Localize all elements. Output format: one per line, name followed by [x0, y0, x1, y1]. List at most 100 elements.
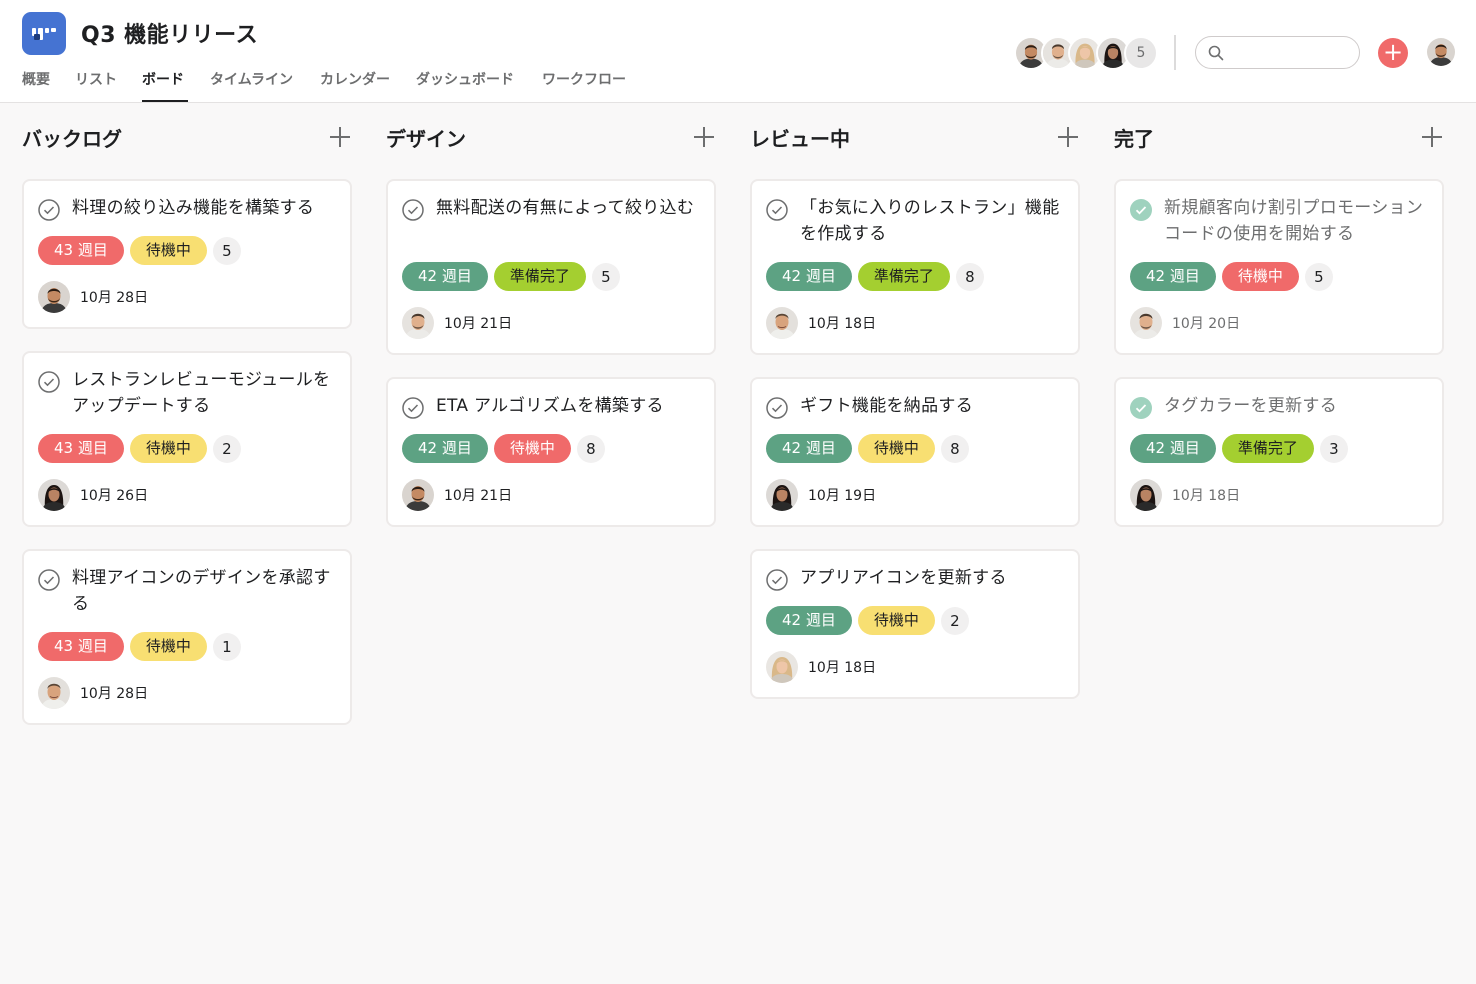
status-tag: 準備完了: [857, 262, 950, 291]
task-meta: 10月 21日: [402, 307, 512, 339]
task-name: ギフト機能を納品する: [800, 396, 973, 416]
top-bar: Q3 機能リリース 概要 リスト ボード タイムライン カレンダー ダッシュボー…: [0, 0, 1476, 103]
assignee-avatar[interactable]: [402, 307, 434, 339]
task-card[interactable]: ETA アルゴリズムを構築する 42 週目 待機中 8 10月 21日: [386, 377, 716, 527]
due-date: 10月 28日: [80, 686, 149, 702]
due-date: 10月 21日: [444, 488, 513, 504]
week-tag: 42 週目: [402, 262, 488, 291]
week-tag: 43 週目: [38, 434, 124, 463]
task-meta: 10月 20日: [1130, 307, 1240, 339]
add-task-plus-icon[interactable]: [692, 125, 716, 149]
subtask-count: 1: [212, 632, 241, 661]
project-tabs: 概要 リスト ボード タイムライン カレンダー ダッシュボード ワークフロー: [22, 69, 642, 103]
current-user-avatar[interactable]: [1425, 36, 1457, 68]
add-task-plus-icon[interactable]: [1056, 125, 1080, 149]
task-name: 無料配送の有無によって絞り込む: [436, 198, 695, 218]
tab-dashboard[interactable]: ダッシュボード: [416, 69, 542, 103]
task-card[interactable]: タグカラーを更新する 42 週目 準備完了 3 10月 18日: [1114, 377, 1444, 527]
assignee-avatar[interactable]: [1130, 307, 1162, 339]
subtask-count: 3: [1319, 434, 1348, 463]
task-card[interactable]: レストランレビューモジュールをアップデートする 43 週目 待機中 2 10月 …: [22, 351, 352, 527]
task-tags: 42 週目 準備完了 3: [1130, 434, 1348, 463]
tab-calendar[interactable]: カレンダー: [320, 69, 416, 103]
status-tag: 待機中: [857, 434, 935, 463]
check-circle-icon[interactable]: [38, 569, 60, 591]
tab-workflow[interactable]: ワークフロー: [542, 69, 642, 103]
check-circle-icon[interactable]: [38, 199, 60, 221]
task-tags: 42 週目 待機中 8: [766, 434, 969, 463]
assignee-avatar[interactable]: [38, 677, 70, 709]
status-tag: 待機中: [857, 606, 935, 635]
task-card[interactable]: 「お気に入りのレストラン」機能を作成する 42 週目 準備完了 8 10月 18…: [750, 179, 1080, 355]
task-tags: 42 週目 待機中 2: [766, 606, 969, 635]
task-meta: 10月 18日: [766, 651, 876, 683]
assignee-avatar[interactable]: [402, 479, 434, 511]
task-name: タグカラーを更新する: [1164, 396, 1337, 416]
task-name: アプリアイコンを更新する: [800, 568, 1007, 588]
week-tag: 42 週目: [1130, 262, 1216, 291]
subtask-count: 2: [212, 434, 241, 463]
subtask-count: 8: [940, 434, 969, 463]
board-column-design: デザイン 無料配送の有無によって絞り込む 42 週目 準備完了 5 10月 21…: [386, 103, 716, 543]
status-tag: 待機中: [129, 434, 207, 463]
member-count-badge[interactable]: 5: [1124, 36, 1158, 70]
task-name: 新規顧客向け割引プロモーションコードの使用を開始する: [1164, 198, 1424, 244]
status-tag: 待機中: [1221, 262, 1299, 291]
check-circle-icon[interactable]: [766, 397, 788, 419]
board-column-backlog: バックログ 料理の絞り込み機能を構築する 43 週目 待機中 5 10月 28日…: [22, 103, 352, 743]
check-circle-icon[interactable]: [402, 397, 424, 419]
subtask-count: 5: [212, 236, 241, 265]
due-date: 10月 19日: [808, 488, 877, 504]
check-circle-icon[interactable]: [766, 199, 788, 221]
task-name: 料理の絞り込み機能を構築する: [72, 198, 315, 218]
add-task-plus-icon[interactable]: [328, 125, 352, 149]
assignee-avatar[interactable]: [1130, 479, 1162, 511]
assignee-avatar[interactable]: [766, 651, 798, 683]
app-board-icon[interactable]: [22, 12, 66, 55]
tab-overview[interactable]: 概要: [22, 69, 75, 103]
add-button[interactable]: +: [1378, 38, 1408, 68]
task-tags: 42 週目 準備完了 5: [402, 262, 620, 291]
status-tag: 準備完了: [493, 262, 586, 291]
check-circle-icon[interactable]: [38, 371, 60, 393]
check-circle-icon[interactable]: [1130, 397, 1152, 419]
add-task-plus-icon[interactable]: [1420, 125, 1444, 149]
week-tag: 43 週目: [38, 632, 124, 661]
due-date: 10月 18日: [808, 316, 877, 332]
board-column-in-review: レビュー中 「お気に入りのレストラン」機能を作成する 42 週目 準備完了 8 …: [750, 103, 1080, 713]
task-meta: 10月 26日: [38, 479, 148, 511]
check-circle-icon[interactable]: [402, 199, 424, 221]
subtask-count: 5: [1304, 262, 1333, 291]
assignee-avatar[interactable]: [766, 307, 798, 339]
due-date: 10月 18日: [1172, 488, 1241, 504]
search-box[interactable]: [1195, 36, 1360, 69]
due-date: 10月 26日: [80, 488, 149, 504]
tab-board[interactable]: ボード: [142, 69, 188, 103]
column-title: 完了: [1114, 127, 1154, 151]
column-title: バックログ: [22, 127, 122, 151]
task-card[interactable]: ギフト機能を納品する 42 週目 待機中 8 10月 19日: [750, 377, 1080, 527]
task-meta: 10月 19日: [766, 479, 876, 511]
due-date: 10月 20日: [1172, 316, 1241, 332]
due-date: 10月 18日: [808, 660, 877, 676]
search-input[interactable]: [1230, 42, 1348, 63]
task-name: ETA アルゴリズムを構築する: [436, 396, 664, 416]
task-card[interactable]: 料理の絞り込み機能を構築する 43 週目 待機中 5 10月 28日: [22, 179, 352, 329]
assignee-avatar[interactable]: [38, 281, 70, 313]
check-circle-icon[interactable]: [766, 569, 788, 591]
task-card[interactable]: 料理アイコンのデザインを承認する 43 週目 待機中 1 10月 28日: [22, 549, 352, 725]
subtask-count: 2: [940, 606, 969, 635]
task-tags: 42 週目 待機中 5: [1130, 262, 1333, 291]
week-tag: 43 週目: [38, 236, 124, 265]
task-card[interactable]: 無料配送の有無によって絞り込む 42 週目 準備完了 5 10月 21日: [386, 179, 716, 355]
assignee-avatar[interactable]: [766, 479, 798, 511]
tab-list[interactable]: リスト: [75, 69, 142, 103]
task-card[interactable]: アプリアイコンを更新する 42 週目 待機中 2 10月 18日: [750, 549, 1080, 699]
task-tags: 43 週目 待機中 5: [38, 236, 241, 265]
check-circle-icon[interactable]: [1130, 199, 1152, 221]
task-card[interactable]: 新規顧客向け割引プロモーションコードの使用を開始する 42 週目 待機中 5 1…: [1114, 179, 1444, 355]
plus-icon: +: [1382, 38, 1404, 66]
assignee-avatar[interactable]: [38, 479, 70, 511]
tab-timeline[interactable]: タイムライン: [210, 69, 320, 103]
member-avatars[interactable]: 5: [1014, 36, 1158, 70]
